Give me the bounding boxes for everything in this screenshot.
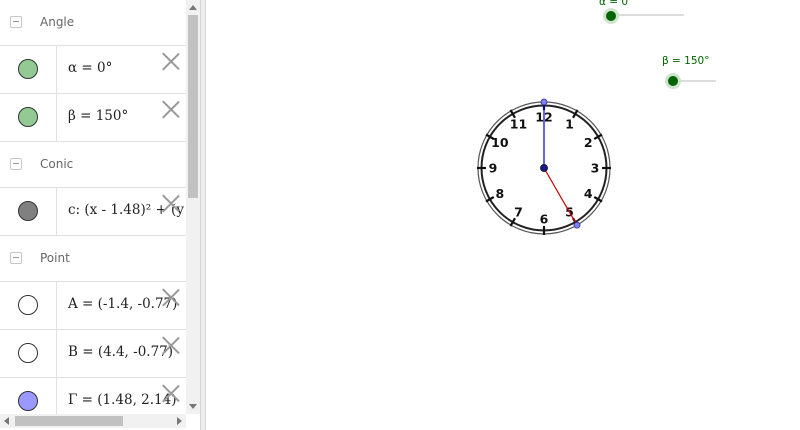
graphics-canvas[interactable]: 121234567891011 bbox=[206, 0, 800, 430]
group-header-conic[interactable]: Conic bbox=[0, 142, 186, 188]
group-header-point[interactable]: Point bbox=[0, 236, 186, 282]
visibility-dot-icon[interactable] bbox=[18, 201, 38, 221]
clock: 121234567891011 bbox=[477, 98, 611, 235]
clock-number: 3 bbox=[591, 161, 600, 176]
clock-number: 2 bbox=[584, 135, 593, 150]
clock-number: 9 bbox=[489, 161, 498, 176]
delete-icon[interactable] bbox=[162, 100, 180, 118]
clock-number: 11 bbox=[510, 116, 527, 131]
algebra-row-c[interactable]: c: (x - 1.48)² + (y - 2.14)² = 8.41 bbox=[0, 188, 186, 236]
delete-icon[interactable] bbox=[162, 52, 180, 70]
delete-icon[interactable] bbox=[162, 384, 180, 402]
collapse-icon[interactable] bbox=[10, 16, 22, 28]
scroll-left-arrow-icon[interactable] bbox=[4, 417, 9, 425]
group-label: Point bbox=[40, 251, 70, 265]
visibility-toggle[interactable] bbox=[0, 282, 57, 329]
collapse-icon[interactable] bbox=[10, 158, 22, 170]
algebra-expression[interactable]: β = 150° bbox=[68, 108, 128, 124]
delete-icon[interactable] bbox=[162, 194, 180, 212]
slider-alpha-handle[interactable] bbox=[606, 11, 616, 21]
algebra-expression[interactable]: A = (-1.4, -0.77) bbox=[68, 296, 177, 312]
horizontal-scrollbar[interactable] bbox=[0, 414, 186, 428]
algebra-expression[interactable]: B = (4.4, -0.77) bbox=[68, 344, 173, 360]
algebra-expression[interactable]: Γ = (1.48, 2.14) bbox=[68, 392, 177, 408]
scroll-right-arrow-icon[interactable] bbox=[177, 417, 182, 425]
clock-number: 1 bbox=[565, 116, 574, 131]
algebra-view: Angle α = 0° β = 150° Conic c: (x - 1.48… bbox=[0, 0, 200, 430]
clock-number: 8 bbox=[495, 186, 504, 201]
scroll-thumb[interactable] bbox=[188, 15, 198, 198]
scroll-thumb[interactable] bbox=[15, 416, 123, 426]
clock-number: 10 bbox=[491, 135, 509, 150]
point-top[interactable] bbox=[540, 98, 548, 106]
collapse-icon[interactable] bbox=[10, 252, 22, 264]
delete-icon[interactable] bbox=[162, 288, 180, 306]
visibility-dot-icon[interactable] bbox=[18, 295, 38, 315]
algebra-row-a[interactable]: A = (-1.4, -0.77) bbox=[0, 282, 186, 330]
clock-number: 4 bbox=[584, 186, 593, 201]
group-label: Conic bbox=[40, 157, 74, 171]
visibility-dot-icon[interactable] bbox=[18, 391, 38, 411]
visibility-toggle[interactable] bbox=[0, 94, 57, 141]
clock-number: 7 bbox=[514, 205, 523, 220]
algebra-expression[interactable]: α = 0° bbox=[68, 60, 112, 76]
visibility-dot-icon[interactable] bbox=[18, 107, 38, 127]
delete-icon[interactable] bbox=[162, 336, 180, 354]
vertical-scrollbar[interactable] bbox=[186, 0, 200, 414]
visibility-toggle[interactable] bbox=[0, 188, 57, 235]
point-gamma-center[interactable] bbox=[540, 164, 548, 172]
point-beta[interactable] bbox=[573, 221, 581, 229]
hand-beta bbox=[543, 167, 578, 226]
clock-number: 6 bbox=[540, 212, 549, 227]
graphics-view[interactable]: α = 0° β = 150° 121234567891011 bbox=[206, 0, 800, 430]
algebra-row-gamma[interactable]: Γ = (1.48, 2.14) bbox=[0, 378, 186, 414]
algebra-row-beta[interactable]: β = 150° bbox=[0, 94, 186, 142]
algebra-list[interactable]: Angle α = 0° β = 150° Conic c: (x - 1.48… bbox=[0, 0, 186, 414]
scroll-down-arrow-icon[interactable] bbox=[189, 404, 197, 409]
visibility-dot-icon[interactable] bbox=[18, 343, 38, 363]
visibility-toggle[interactable] bbox=[0, 330, 57, 377]
scroll-up-arrow-icon[interactable] bbox=[189, 5, 197, 10]
slider-beta-handle[interactable] bbox=[668, 76, 678, 86]
visibility-toggle[interactable] bbox=[0, 378, 57, 414]
visibility-dot-icon[interactable] bbox=[18, 59, 38, 79]
visibility-toggle[interactable] bbox=[0, 46, 57, 93]
algebra-row-b[interactable]: B = (4.4, -0.77) bbox=[0, 330, 186, 378]
algebra-row-alpha[interactable]: α = 0° bbox=[0, 46, 186, 94]
group-label: Angle bbox=[40, 15, 75, 29]
group-header-angle[interactable]: Angle bbox=[0, 0, 186, 46]
